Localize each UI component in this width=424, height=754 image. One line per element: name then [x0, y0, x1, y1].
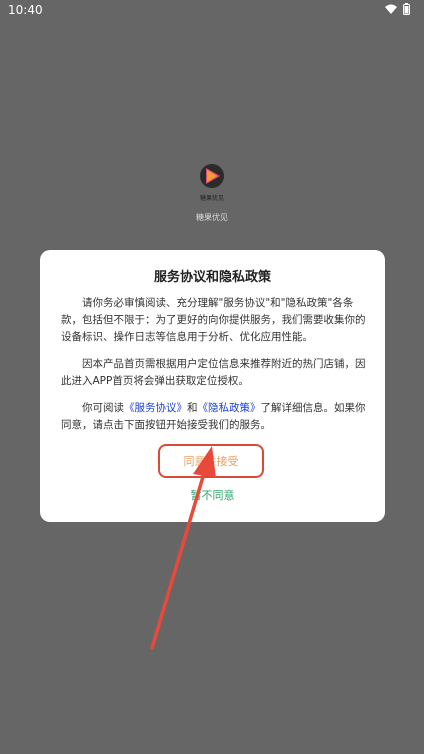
decline-button[interactable]: 暂不同意 [40, 487, 385, 503]
status-icons [385, 3, 410, 15]
status-time: 10:40 [8, 3, 43, 17]
paragraph-3-and: 和 [187, 402, 198, 414]
dialog-paragraph-1: 请你务必审慎阅读、充分理解"服务协议"和"隐私政策"各条款，包括但不限于：为了更… [61, 297, 366, 343]
dialog-paragraph-3: 你可阅读《服务协议》和《隐私政策》了解详细信息。如果你同意，请点击下面按钮开始接… [61, 400, 368, 434]
battery-icon [403, 3, 410, 15]
app-logo: 糖果优见 [186, 156, 238, 208]
paragraph-3-prefix: 你可阅读 [82, 402, 124, 414]
status-bar: 10:40 [0, 0, 424, 22]
agree-button-label: 同意并接受 [183, 455, 239, 468]
app-name: 糖果优见 [196, 213, 228, 222]
dialog-paragraph-2: 因本产品首页需根据用户定位信息来推荐附近的热门店铺，因此进入APP首页将会弹出获… [61, 358, 366, 387]
agree-button[interactable]: 同意并接受 [158, 444, 264, 478]
wifi-icon [385, 4, 397, 14]
service-agreement-link[interactable]: 《服务协议》 [124, 402, 187, 414]
privacy-policy-link[interactable]: 《隐私政策》 [198, 402, 261, 414]
svg-text:糖果优见: 糖果优见 [200, 194, 224, 202]
dialog-title: 服务协议和隐私政策 [153, 270, 271, 285]
privacy-dialog: 服务协议和隐私政策 请你务必审慎阅读、充分理解"服务协议"和"隐私政策"各条款，… [40, 250, 385, 522]
